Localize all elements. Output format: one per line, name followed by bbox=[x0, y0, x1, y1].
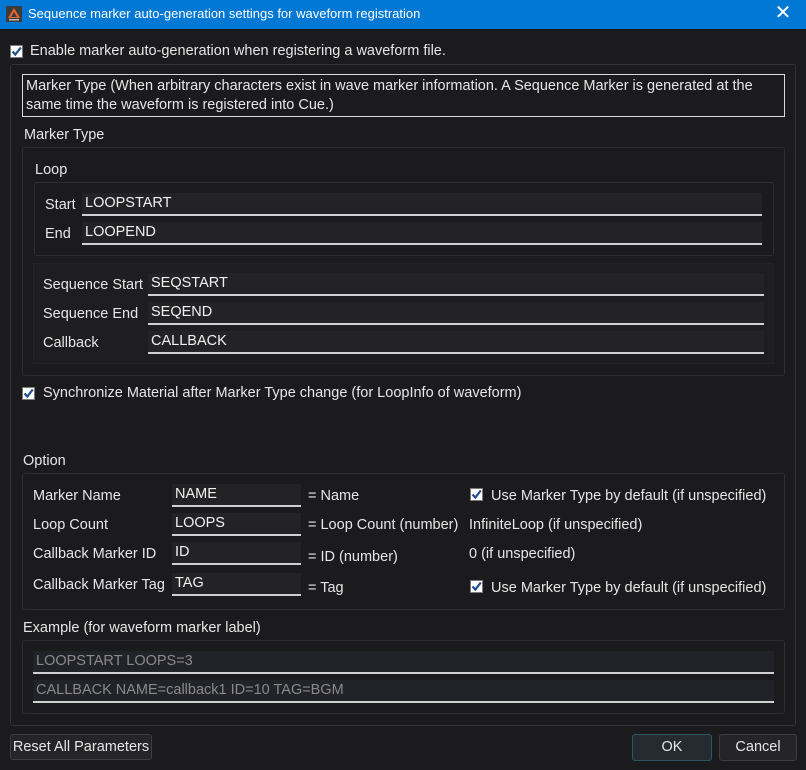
marker-name-label: Marker Name bbox=[33, 488, 121, 504]
callback-marker-tag-default-label: Use Marker Type by default (if unspecifi… bbox=[491, 580, 767, 596]
callback-marker-tag-default-checkbox[interactable] bbox=[470, 580, 483, 593]
reset-all-parameters-button[interactable]: Reset All Parameters bbox=[10, 734, 152, 760]
loop-count-input[interactable]: LOOPS bbox=[172, 513, 301, 536]
callback-marker-id-meaning: = ID (number) bbox=[308, 549, 398, 565]
marker-name-default-label: Use Marker Type by default (if unspecifi… bbox=[491, 488, 767, 504]
checkmark-icon bbox=[471, 581, 482, 592]
sequence-end-label: Sequence End bbox=[43, 306, 139, 322]
close-icon: ✕ bbox=[774, 2, 792, 24]
enable-autogen-checkbox[interactable] bbox=[10, 45, 23, 58]
ok-button[interactable]: OK bbox=[632, 734, 712, 761]
marker-name-default-checkbox[interactable] bbox=[470, 488, 483, 501]
callback-marker-id-input[interactable]: ID bbox=[172, 542, 301, 565]
cancel-button[interactable]: Cancel bbox=[719, 734, 797, 761]
example-heading: Example (for waveform marker label) bbox=[23, 620, 261, 636]
loop-count-meaning: = Loop Count (number) bbox=[308, 517, 459, 533]
marker-type-description: Marker Type (When arbitrary characters e… bbox=[22, 74, 785, 117]
sequence-end-input[interactable]: SEQEND bbox=[148, 302, 764, 325]
enable-autogen-label: Enable marker auto-generation when regis… bbox=[30, 43, 446, 59]
callback-marker-id-default: 0 (if unspecified) bbox=[469, 546, 576, 562]
loop-start-label: Start bbox=[45, 197, 76, 213]
loop-count-label: Loop Count bbox=[33, 517, 108, 533]
example-line-2: CALLBACK NAME=callback1 ID=10 TAG=BGM bbox=[33, 680, 774, 703]
sync-material-checkbox[interactable] bbox=[22, 387, 35, 400]
callback-marker-id-label: Callback Marker ID bbox=[33, 546, 157, 562]
window-title: Sequence marker auto-generation settings… bbox=[28, 6, 421, 21]
example-line-1: LOOPSTART LOOPS=3 bbox=[33, 651, 774, 674]
callback-marker-tag-label: Callback Marker Tag bbox=[33, 577, 165, 593]
loop-end-input[interactable]: LOOPEND bbox=[82, 222, 762, 245]
callback-label: Callback bbox=[43, 335, 99, 351]
checkmark-icon bbox=[23, 388, 34, 399]
option-heading: Option bbox=[23, 453, 66, 469]
checkmark-icon bbox=[471, 489, 482, 500]
sequence-start-input[interactable]: SEQSTART bbox=[148, 273, 764, 296]
marker-type-heading: Marker Type bbox=[24, 127, 105, 143]
sequence-start-label: Sequence Start bbox=[43, 277, 143, 293]
loop-heading: Loop bbox=[35, 162, 68, 178]
marker-name-meaning: = Name bbox=[308, 488, 360, 504]
app-logo-icon bbox=[6, 6, 22, 22]
callback-marker-tag-input[interactable]: TAG bbox=[172, 573, 301, 596]
marker-name-input[interactable]: NAME bbox=[172, 484, 301, 507]
loop-end-label: End bbox=[45, 226, 71, 242]
callback-input[interactable]: CALLBACK bbox=[148, 331, 764, 354]
checkmark-icon bbox=[11, 46, 22, 57]
loop-count-default: InfiniteLoop (if unspecified) bbox=[469, 517, 643, 533]
sync-material-label: Synchronize Material after Marker Type c… bbox=[43, 385, 522, 401]
close-button[interactable]: ✕ bbox=[760, 0, 806, 29]
callback-marker-tag-meaning: = Tag bbox=[308, 580, 344, 596]
loop-start-input[interactable]: LOOPSTART bbox=[82, 193, 762, 216]
title-bar: Sequence marker auto-generation settings… bbox=[0, 0, 806, 29]
